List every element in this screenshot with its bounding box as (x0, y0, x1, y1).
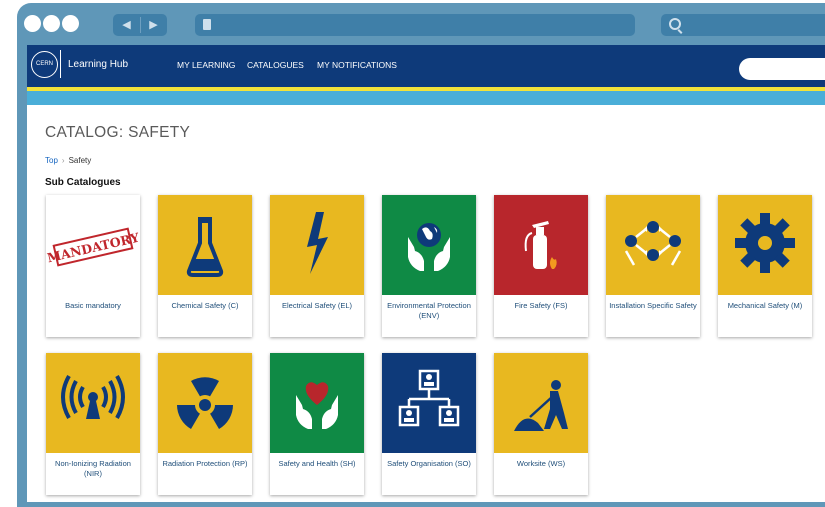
catalogue-card-environmental-protection[interactable]: Environmental Protection (ENV) (382, 195, 476, 337)
back-arrow-icon[interactable]: ◀ (113, 14, 140, 36)
catalogue-label[interactable]: Chemical Safety (C) (160, 301, 250, 311)
catalogue-card-safety-and-health[interactable]: Safety and Health (SH) (270, 353, 364, 495)
worker-shovel-icon (514, 380, 568, 431)
catalogue-card-radiation-protection[interactable]: Radiation Protection (RP) (158, 353, 252, 495)
installation-cycle-icon (624, 221, 682, 266)
catalogue-card-fire-safety[interactable]: Fire Safety (FS) (494, 195, 588, 337)
org-chart-icon (398, 369, 460, 427)
breadcrumb-top-link[interactable]: Top (45, 156, 58, 165)
menu-my-notifications[interactable]: MY NOTIFICATIONS (317, 60, 397, 70)
page-title: CATALOG: SAFETY (45, 124, 191, 141)
catalogue-image (46, 353, 140, 453)
catalogue-image (158, 353, 252, 453)
catalogue-label[interactable]: Safety and Health (SH) (272, 459, 362, 469)
window-maximize-button[interactable] (62, 15, 79, 32)
catalogue-image (270, 195, 364, 295)
radio-waves-icon (61, 375, 125, 419)
catalogue-label[interactable]: Environmental Protection (ENV) (384, 301, 474, 321)
catalogue-image (606, 195, 700, 295)
catalogue-image (382, 195, 476, 295)
catalogue-card-chemical-safety[interactable]: Chemical Safety (C) (158, 195, 252, 337)
catalogue-image (270, 353, 364, 453)
catalogue-image (494, 353, 588, 453)
brand-title[interactable]: Learning Hub (68, 59, 128, 70)
catalogue-label[interactable]: Mechanical Safety (M) (720, 301, 810, 311)
radiation-icon (177, 377, 233, 429)
catalogue-card-non-ionizing-radiation[interactable]: Non-Ionizing Radiation (NIR) (46, 353, 140, 495)
breadcrumb: Top › Safety (45, 156, 91, 165)
menu-my-learning[interactable]: MY LEARNING (177, 60, 235, 70)
mandatory-stamp-icon: MANDATORY (46, 227, 140, 267)
catalogue-card-basic-mandatory[interactable]: MANDATORY Basic mandatory (46, 195, 140, 337)
catalogue-label[interactable]: Safety Organisation (SO) (384, 459, 474, 469)
globe-hands-icon (408, 223, 450, 271)
catalogue-image (158, 195, 252, 295)
catalogue-label[interactable]: Non-Ionizing Radiation (NIR) (48, 459, 138, 479)
site-search-input[interactable] (739, 58, 825, 80)
flask-icon (186, 217, 224, 277)
window-close-button[interactable] (24, 15, 41, 32)
menu-catalogues[interactable]: CATALOGUES (247, 60, 304, 70)
breadcrumb-current: Safety (68, 156, 92, 165)
browser-toolbar: ◀ ▶ (17, 3, 825, 45)
address-bar[interactable] (195, 14, 635, 36)
site-header: CERN Learning Hub MY LEARNING CATALOGUES… (27, 45, 825, 87)
catalogue-image (494, 195, 588, 295)
nav-buttons: ◀ ▶ (113, 14, 167, 36)
cern-logo[interactable]: CERN (31, 51, 58, 78)
catalogue-label[interactable]: Fire Safety (FS) (496, 301, 586, 311)
catalogue-card-mechanical-safety[interactable]: Mechanical Safety (M) (718, 195, 812, 337)
fire-extinguisher-icon (524, 221, 557, 269)
catalogue-card-worksite[interactable]: Worksite (WS) (494, 353, 588, 495)
catalogue-label[interactable]: Electrical Safety (EL) (272, 301, 362, 311)
catalogue-label[interactable]: Worksite (WS) (496, 459, 586, 469)
browser-search-bar[interactable] (661, 14, 825, 36)
catalogue-card-installation-specific-safety[interactable]: Installation Specific Safety (606, 195, 700, 337)
lightning-icon (307, 212, 328, 274)
catalogue-label[interactable]: Radiation Protection (RP) (160, 459, 250, 469)
page-viewport: CERN Learning Hub MY LEARNING CATALOGUES… (27, 45, 825, 502)
page-icon (203, 19, 211, 30)
gear-icon (735, 213, 795, 273)
catalogue-image: MANDATORY (46, 195, 140, 295)
breadcrumb-separator: › (61, 156, 65, 165)
catalogue-card-electrical-safety[interactable]: Electrical Safety (EL) (270, 195, 364, 337)
sub-header-bar (27, 91, 825, 105)
search-icon (669, 18, 681, 30)
catalogue-image (718, 195, 812, 295)
catalogue-label[interactable]: Basic mandatory (48, 301, 138, 311)
heart-hands-icon (296, 382, 338, 429)
forward-arrow-icon[interactable]: ▶ (140, 14, 167, 36)
stamp-text: MANDATORY (46, 229, 140, 265)
window-minimize-button[interactable] (43, 15, 60, 32)
subcatalogues-heading: Sub Catalogues (45, 177, 121, 188)
catalogue-card-safety-organisation[interactable]: Safety Organisation (SO) (382, 353, 476, 495)
catalogue-image (382, 353, 476, 453)
catalogue-label[interactable]: Installation Specific Safety (608, 301, 698, 311)
